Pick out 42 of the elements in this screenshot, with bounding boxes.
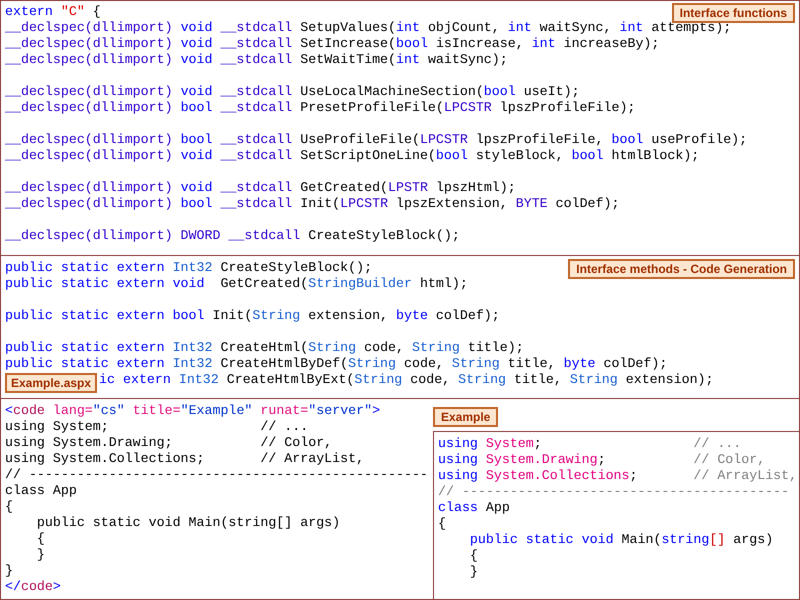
code-line: public static extern void GetCreated(StringBuilder html);: [5, 276, 468, 292]
code-line: __declspec(dllimport) void __stdcall GetCreated(LPSTR lpszHtml);: [5, 180, 516, 196]
code-line: __declspec(dllimport) bool __stdcall UseProfileFile(LPCSTR lpszProfileFile, bool useProfile);: [5, 132, 748, 148]
code-line: }: [36, 547, 45, 563]
code-line: using System.Drawing; // Color,: [5, 435, 332, 451]
section-label: Interface functions: [672, 3, 795, 23]
code-line: __declspec(dllimport) void __stdcall UseLocalMachineSection(bool useIt);: [5, 84, 580, 100]
code-line: }: [468, 564, 478, 580]
code-line: public static extern Int32 CreateStyleBlock();: [5, 260, 372, 276]
code-line: }: [5, 563, 13, 579]
code-line: {: [5, 499, 13, 515]
code-line: public static void Main(string[] args): [36, 515, 340, 531]
code-line: class App: [5, 483, 77, 499]
code-line: // --------------------------------------------------: [5, 467, 428, 483]
code-line: class App: [438, 500, 510, 516]
code-line: public static void Main(string[] args): [468, 532, 774, 548]
code-line: public static extern bool Init(String extension, byte colDef);: [5, 308, 500, 324]
code-line: __declspec(dllimport) bool __stdcall PresetProfileFile(LPCSTR lpszProfileFile);: [5, 100, 636, 116]
code-line: __declspec(dllimport) bool __stdcall Init(LPCSTR lpszExtension, BYTE colDef);: [5, 196, 620, 212]
section-label: Interface methods - Code Generation: [568, 259, 795, 279]
code-line: {: [438, 516, 446, 532]
code-line: using System; // ...: [438, 436, 742, 452]
code-line: extern "C" {: [5, 4, 101, 20]
code-line: {: [468, 548, 478, 564]
code-line: {: [36, 531, 45, 547]
code-line: __declspec(dllimport) void __stdcall SetWaitTime(int waitSync);: [5, 52, 508, 68]
code-line: public static extern Int32 CreateHtml(String code, String title);: [5, 340, 524, 356]
section-label: Example: [433, 407, 498, 427]
code-line: <code lang="cs" title="Example" runat="server">: [5, 403, 380, 419]
code-line: __declspec(dllimport) DWORD __stdcall CreateStyleBlock();: [5, 228, 460, 244]
code-line: public static extern Int32 CreateHtmlByDef(String code, String title, byte colDef);: [5, 356, 668, 372]
code-line: using System.Drawing; // Color,: [438, 452, 766, 468]
code-line: </code>: [5, 579, 61, 595]
code-line: __declspec(dllimport) void __stdcall SetScriptOneLine(bool styleBlock, bool htmlBlock);: [5, 148, 700, 164]
code-line: ic extern Int32 CreateHtmlByExt(String code, String title, String extension);: [99, 372, 714, 388]
section-label: Example.aspx: [5, 373, 98, 393]
code-line: // -----------------------------------------: [438, 484, 790, 500]
code-line: __declspec(dllimport) void __stdcall SetIncrease(bool isIncrease, int increaseBy);: [5, 36, 660, 52]
code-line: using System; // ...: [5, 419, 308, 435]
code-line: __declspec(dllimport) void __stdcall SetupValues(int objCount, int waitSync, int attempts);: [5, 20, 732, 36]
code-line: using System.Collections; // ArrayList,: [5, 451, 364, 467]
code-line: using System.Collections; // ArrayList,: [438, 468, 798, 484]
